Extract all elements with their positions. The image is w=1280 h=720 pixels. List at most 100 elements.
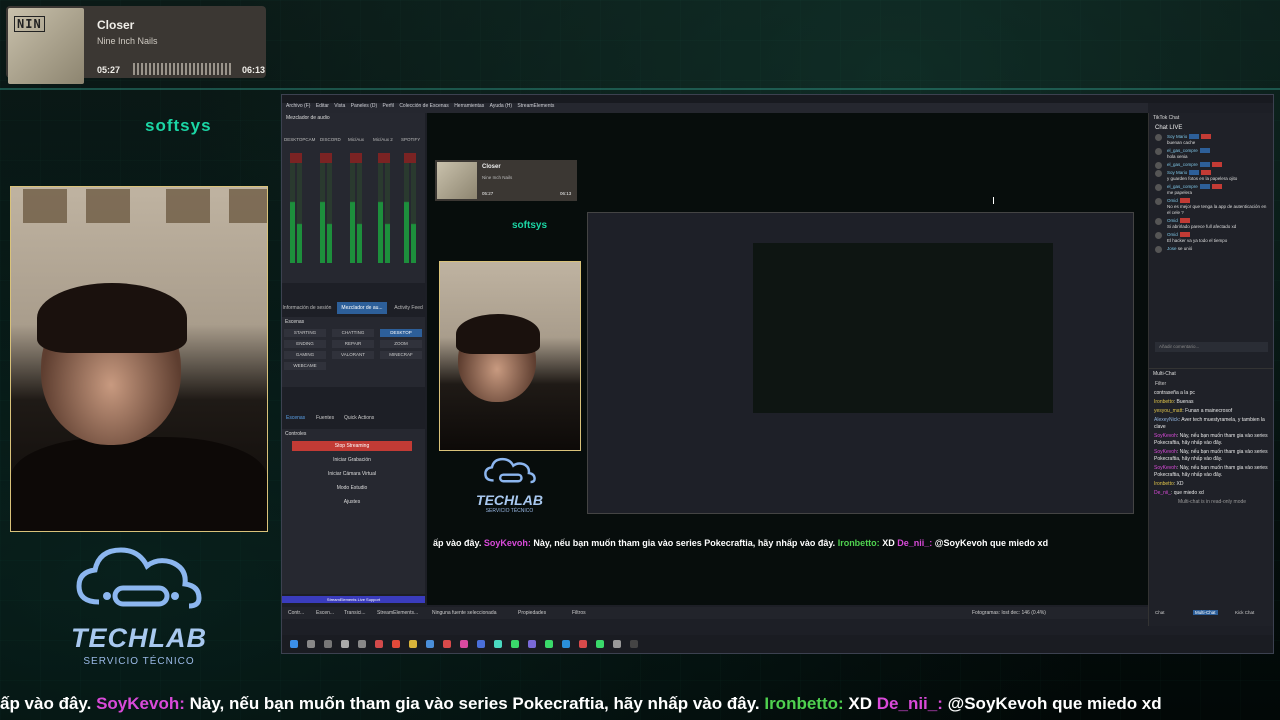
stop-streaming-button[interactable]: Stop Streaming (292, 441, 412, 451)
taskbar-app-icon[interactable] (341, 640, 349, 648)
start-virtual-camera-button[interactable]: Iniciar Cámara Virtual (292, 469, 412, 479)
filters-button[interactable]: Filtros (572, 610, 586, 616)
tab-fuentes[interactable]: Fuentes (316, 415, 334, 421)
tiktok-text: buenan cache (1167, 140, 1196, 145)
tab-audio-mixer[interactable]: Mezclador de au... (337, 302, 387, 314)
taskbar-app-icon[interactable] (613, 640, 621, 648)
tiktok-text: me papelera (1167, 190, 1193, 195)
mixer-channel-label: Mic/Aux (348, 137, 365, 142)
brand-subtitle: SERVICIO TÉCNICO (83, 656, 195, 667)
multichat-text: Funan a mainecrosof (1185, 408, 1233, 414)
taskbar-app-icon[interactable] (579, 640, 587, 648)
scene-desktop[interactable]: DESKTOP (380, 329, 422, 337)
menu-herramientas[interactable]: Herramientas (454, 103, 484, 109)
scene-zoom[interactable]: ZOOM (380, 340, 422, 348)
tiktok-text: No es mejor que tenga la app de autentic… (1167, 204, 1267, 215)
brand-name: TECHLAB (71, 623, 207, 653)
task-view-icon[interactable] (324, 640, 332, 648)
menu-paneles[interactable]: Paneles (D) (351, 103, 377, 109)
whatsapp-icon[interactable] (545, 640, 553, 648)
live-support-button[interactable]: StreamElements Live Support (282, 596, 425, 603)
obs-preview[interactable]: Closer Nine Inch Nails 05:27 06:13 softs… (427, 113, 1148, 605)
tab-activity-feed[interactable]: Activity Feed (392, 302, 425, 314)
preview-brand: TECHLAB SERVICIO TÉCNICO (467, 455, 552, 514)
studio-mode-button[interactable]: Modo Estudio (292, 483, 412, 493)
tab-scenes[interactable]: Escen... (316, 610, 334, 616)
album-art: NIN (8, 8, 84, 84)
tab-streamelements[interactable]: StreamElements... (377, 610, 418, 616)
search-icon[interactable] (307, 640, 315, 648)
menu-ayuda[interactable]: Ayuda (H) (490, 103, 512, 109)
taskbar-app-icon[interactable] (443, 640, 451, 648)
tiktok-message: Omid El hacker va ya todo el tiempo (1149, 231, 1273, 245)
tiktok-comment-input[interactable]: Añadir comentario... (1155, 342, 1268, 352)
taskbar-app-icon[interactable] (409, 640, 417, 648)
multichat-message: yesyou_matt: Funan a mainecrosof (1154, 408, 1233, 414)
tab-transitions[interactable]: Transici... (344, 610, 365, 616)
preview-brand-name: TECHLAB (476, 492, 543, 508)
properties-button[interactable]: Propiedades (518, 610, 546, 616)
taskbar-app-icon[interactable] (375, 640, 383, 648)
fan-badge (1211, 162, 1222, 168)
scenes-title: Escenas (285, 319, 305, 325)
scene-chatting[interactable]: CHATTING (332, 329, 374, 337)
obs-icon[interactable] (630, 640, 638, 648)
scene-gaming[interactable]: GAMING (284, 351, 326, 359)
menu-archivo[interactable]: Archivo (F) (286, 103, 310, 109)
ticker-username: De_nii_: (876, 694, 943, 713)
tab-session-info[interactable]: Información de sesión (282, 302, 332, 314)
menu-editar[interactable]: Editar (316, 103, 329, 109)
menu-coleccion[interactable]: Colección de Escenas (399, 103, 448, 109)
person-hair (37, 283, 187, 353)
tab-kick-chat[interactable]: Kick Chat (1235, 610, 1254, 615)
scene-ending[interactable]: ENDING (284, 340, 326, 348)
tiktok-text: hola xenia (1167, 154, 1188, 159)
taskbar-app-icon[interactable] (460, 640, 468, 648)
meter-right (411, 153, 416, 263)
scene-valorant[interactable]: VALORANT (332, 351, 374, 359)
taskbar-app-icon[interactable] (596, 640, 604, 648)
menu-perfil[interactable]: Perfil (383, 103, 394, 109)
tab-controls[interactable]: Contr... (288, 610, 304, 616)
preview-ticker-msg: Này, nếu bạn muốn tham gia vào series Po… (533, 538, 836, 548)
preview-ticker-prefix: ấp vào đây. (433, 538, 482, 548)
scene-minecraf[interactable]: MINECRAF (380, 351, 422, 359)
menu-streamelements[interactable]: StreamElements (517, 103, 554, 109)
mixer-channel-meter[interactable] (288, 145, 306, 275)
taskbar-app-icon[interactable] (477, 640, 485, 648)
settings-button[interactable]: Ajustes (292, 497, 412, 507)
multichat-filter[interactable]: Filter (1149, 379, 1273, 389)
mixer-channel-meter[interactable] (402, 145, 420, 275)
scene-starting[interactable]: STARTING (284, 329, 326, 337)
multichat-message: SoyKevoh: Này, nếu bạn muốn tham gia vào… (1154, 449, 1268, 462)
tab-multi-chat[interactable]: Multi-Chat (1193, 610, 1218, 615)
taskbar-app-icon[interactable] (426, 640, 434, 648)
windows-start-icon[interactable] (290, 640, 298, 648)
tab-quick-actions[interactable]: Quick Actions (344, 415, 374, 421)
tab-chat[interactable]: Chat (1155, 610, 1165, 615)
mixer-channel-meter[interactable] (348, 145, 366, 275)
taskbar-app-icon[interactable] (494, 640, 502, 648)
tiktok-message: el_gas_compre me papelera (1149, 183, 1273, 197)
spotify-icon[interactable] (511, 640, 519, 648)
taskbar-app-icon[interactable] (562, 640, 570, 648)
start-recording-button[interactable]: Iniciar Grabación (292, 455, 412, 465)
discord-icon[interactable] (528, 640, 536, 648)
scene-repair[interactable]: REPAIR (332, 340, 374, 348)
taskbar-app-icon[interactable] (392, 640, 400, 648)
settings-icon[interactable] (358, 640, 366, 648)
mixer-channel-meter[interactable] (376, 145, 394, 275)
tiktok-username: Omid (1167, 198, 1178, 203)
multichat-username: SoyKevoh (1154, 465, 1177, 471)
mixer-channel-meter[interactable] (318, 145, 336, 275)
preview-ticker-user: De_nii_: (897, 538, 933, 548)
tiktok-username: el_gas_compre (1167, 184, 1198, 189)
menu-vista[interactable]: Vista (334, 103, 345, 109)
tiktok-username: el_gas_compre (1167, 162, 1198, 167)
source-tabs: Escenas Fuentes Quick Actions (282, 415, 425, 425)
level-badge (1189, 134, 1200, 140)
tab-escenas[interactable]: Escenas (286, 415, 305, 421)
scene-webcame[interactable]: WEBCAME (284, 362, 326, 370)
elapsed-time: 05:27 (97, 65, 121, 75)
meter-peak (350, 153, 362, 163)
